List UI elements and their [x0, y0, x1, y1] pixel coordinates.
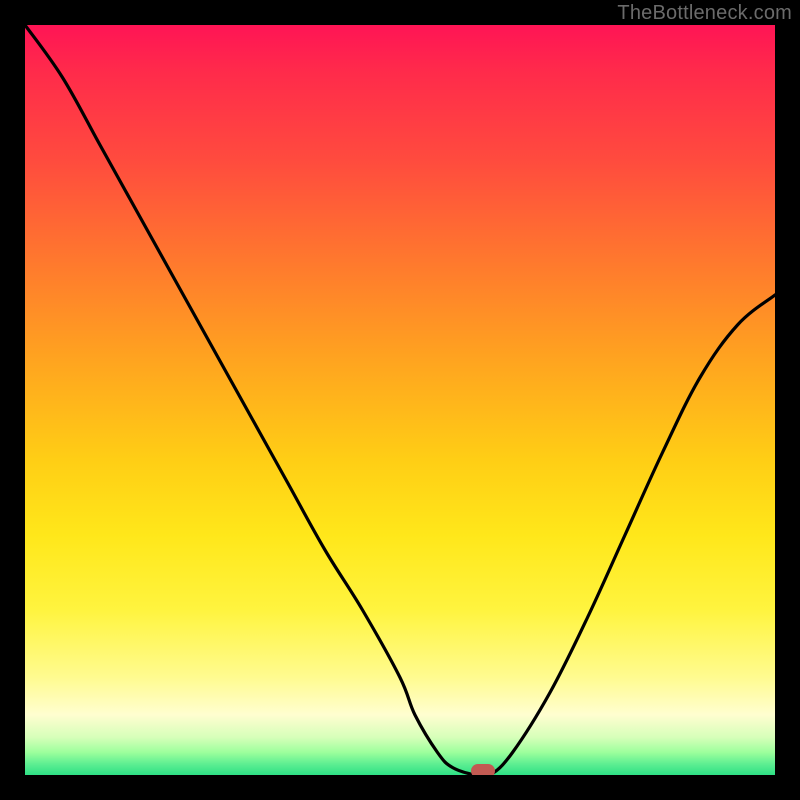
- bottleneck-curve: [25, 25, 775, 775]
- valley-marker: [471, 764, 495, 775]
- chart-stage: TheBottleneck.com: [0, 0, 800, 800]
- plot-area: [25, 25, 775, 775]
- frame-left: [0, 0, 25, 800]
- watermark-text: TheBottleneck.com: [617, 2, 792, 25]
- frame-right: [775, 0, 800, 800]
- curve-path: [25, 25, 775, 775]
